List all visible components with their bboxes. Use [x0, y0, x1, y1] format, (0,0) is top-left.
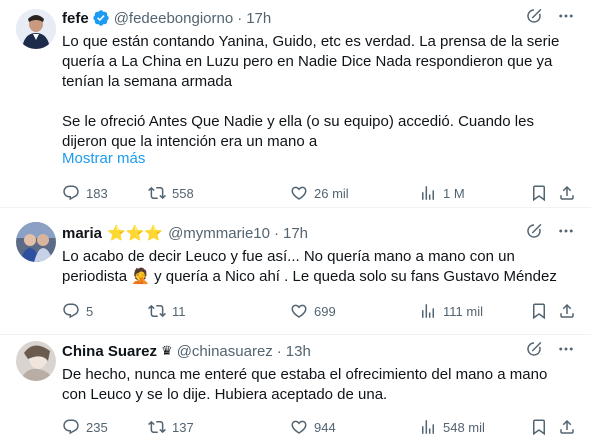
avatar[interactable] [16, 341, 56, 381]
timestamp[interactable]: 13h [286, 343, 311, 360]
retweet-button[interactable]: 137 [148, 418, 194, 436]
separator-dot: · [237, 9, 243, 27]
like-count: 26 mil [314, 185, 349, 201]
bookmark-icon [530, 302, 548, 320]
reply-count: 183 [86, 185, 108, 201]
views-icon [419, 184, 437, 202]
tweet-text: Lo acabo de decir Leuco y fue así... No … [62, 247, 575, 287]
display-name[interactable]: maria [62, 225, 102, 242]
bookmark-icon [530, 418, 548, 436]
bookmark-button[interactable] [530, 302, 548, 320]
more-icon[interactable] [557, 7, 575, 25]
separator-dot: · [276, 342, 282, 360]
tweet-header: fefe @fedeebongiorno · 17h [62, 7, 575, 29]
grok-icon[interactable] [525, 222, 543, 240]
avatar[interactable] [16, 9, 56, 49]
more-icon[interactable] [557, 340, 575, 358]
display-name[interactable]: China Suarez [62, 343, 157, 360]
timestamp[interactable]: 17h [283, 225, 308, 242]
tweet-china-suarez[interactable]: China Suarez ♛ @chinasuarez · 13h De hec… [0, 335, 591, 440]
tweet-paragraph-1: Lo que están contando Yanina, Guido, etc… [62, 33, 560, 90]
like-count: 944 [314, 419, 336, 435]
views-button[interactable]: 111 mil [419, 302, 483, 320]
grok-icon[interactable] [525, 340, 543, 358]
share-icon [558, 302, 576, 320]
tweet-maria[interactable]: maria ⭐⭐⭐ @mymmarie10 · 17h Lo acabo de … [0, 208, 591, 335]
like-count: 699 [314, 303, 336, 319]
like-icon [290, 184, 308, 202]
reply-button[interactable]: 5 [62, 302, 93, 320]
tweet-header: maria ⭐⭐⭐ @mymmarie10 · 17h [62, 222, 575, 244]
timestamp[interactable]: 17h [246, 10, 271, 27]
reply-icon [62, 418, 80, 436]
retweet-button[interactable]: 558 [148, 184, 194, 202]
like-button[interactable]: 944 [290, 418, 336, 436]
tweet-paragraph-2: Se le ofreció Antes Que Nadie y ella (o … [62, 113, 534, 150]
reply-button[interactable]: 235 [62, 418, 108, 436]
tweet-fefe[interactable]: fefe @fedeebongiorno · 17h Lo que están … [0, 0, 591, 208]
like-icon [290, 302, 308, 320]
display-name[interactable]: fefe [62, 10, 89, 27]
tweet-line-2a: periodista [62, 268, 128, 285]
tweet-line-2: periodista 🤦 y quería a Nico ahí . Le qu… [62, 267, 575, 287]
retweet-count: 558 [172, 185, 194, 201]
avatar[interactable] [16, 222, 56, 262]
handle[interactable]: @fedeebongiorno [114, 10, 234, 27]
action-bar: 235 137 944 548 mil [62, 418, 575, 438]
reply-count: 5 [86, 303, 94, 319]
like-icon [290, 418, 308, 436]
reply-icon [62, 184, 80, 202]
tweet-text: De hecho, nunca me enteré que estaba el … [62, 365, 575, 405]
bookmark-button[interactable] [530, 418, 548, 436]
tweet-line-2b: y quería a Nico ahí . Le queda solo su f… [149, 268, 557, 285]
bookmark-button[interactable] [530, 184, 548, 202]
share-icon [558, 418, 576, 436]
handle[interactable]: @chinasuarez [177, 343, 273, 360]
views-count: 1 M [443, 185, 465, 201]
like-button[interactable]: 699 [290, 302, 336, 320]
retweet-count: 137 [172, 419, 194, 435]
facepalm-emoji: 🤦 [131, 268, 150, 285]
retweet-count: 11 [172, 303, 186, 319]
views-icon [419, 418, 437, 436]
tweet-header: China Suarez ♛ @chinasuarez · 13h [62, 340, 575, 362]
reply-icon [62, 302, 80, 320]
verified-icon [92, 9, 110, 27]
crown-emoji: ♛ [161, 343, 173, 358]
name-emoji-stars: ⭐⭐⭐ [107, 225, 164, 242]
retweet-icon [148, 418, 166, 436]
retweet-button[interactable]: 11 [148, 302, 186, 320]
share-button[interactable] [558, 418, 576, 436]
share-button[interactable] [558, 184, 576, 202]
tweet-text: Lo que están contando Yanina, Guido, etc… [62, 32, 575, 152]
handle[interactable]: @mymmarie10 [168, 225, 270, 242]
show-more-link[interactable]: Mostrar más [62, 150, 145, 167]
share-icon [558, 184, 576, 202]
action-bar: 183 558 26 mil 1 M [62, 184, 575, 204]
grok-icon[interactable] [525, 7, 543, 25]
reply-button[interactable]: 183 [62, 184, 108, 202]
tweet-line-1: Lo acabo de decir Leuco y fue así... No … [62, 248, 515, 265]
views-count: 548 mil [443, 419, 485, 435]
tweet-paragraph: De hecho, nunca me enteré que estaba el … [62, 366, 548, 403]
reply-count: 235 [86, 419, 108, 435]
views-count: 111 mil [443, 303, 483, 319]
retweet-icon [148, 302, 166, 320]
share-button[interactable] [558, 302, 576, 320]
more-icon[interactable] [557, 222, 575, 240]
views-button[interactable]: 548 mil [419, 418, 485, 436]
separator-dot: · [273, 224, 279, 242]
action-bar: 5 11 699 111 mil [62, 302, 575, 322]
like-button[interactable]: 26 mil [290, 184, 349, 202]
views-icon [419, 302, 437, 320]
bookmark-icon [530, 184, 548, 202]
retweet-icon [148, 184, 166, 202]
views-button[interactable]: 1 M [419, 184, 465, 202]
